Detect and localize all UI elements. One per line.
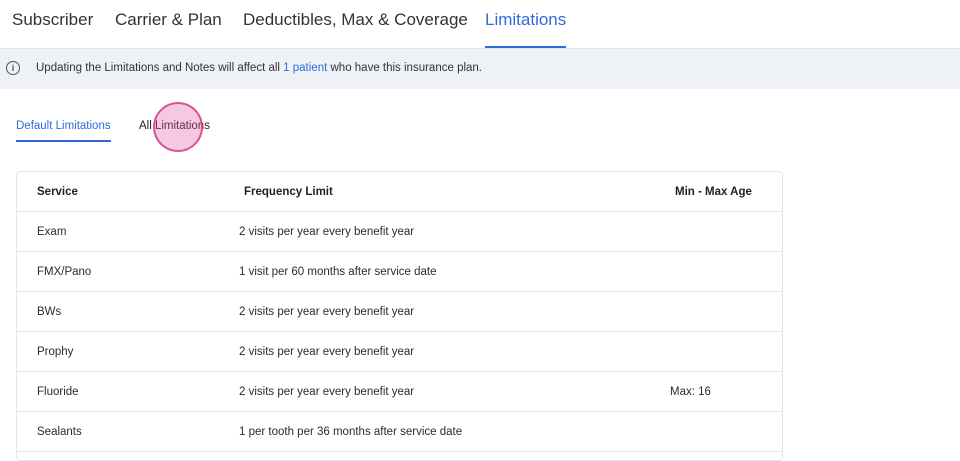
frequency-cell: 2 visits per year every benefit year (239, 386, 415, 398)
limitations-table: Service Frequency Limit Min - Max Age Ex… (16, 171, 783, 461)
tab-deductibles-max-coverage[interactable]: Deductibles, Max & Coverage (243, 0, 468, 48)
top-tab-bar: Subscriber Carrier & Plan Deductibles, M… (0, 0, 960, 49)
service-cell: Exam (37, 226, 67, 238)
table-row[interactable]: Prophy 2 visits per year every benefit y… (17, 332, 782, 372)
banner-text-after: who have this insurance plan. (327, 62, 483, 74)
frequency-cell: 2 visits per year every benefit year (239, 226, 415, 238)
service-cell: FMX/Pano (37, 266, 92, 278)
service-cell: BWs (37, 306, 62, 318)
table-row[interactable]: Fluoride 2 visits per year every benefit… (17, 372, 782, 412)
info-icon: i (6, 61, 20, 75)
banner-message: Updating the Limitations and Notes will … (36, 62, 482, 74)
service-cell: Prophy (37, 346, 74, 358)
banner-text-before: Updating the Limitations and Notes will … (36, 62, 284, 74)
table-row[interactable]: BWs 2 visits per year every benefit year (17, 292, 782, 332)
frequency-cell: 1 per tooth per 36 months after service … (239, 426, 463, 438)
header-frequency-limit: Frequency Limit (244, 186, 333, 198)
tab-limitations[interactable]: Limitations (485, 0, 567, 48)
table-row[interactable]: Exam 2 visits per year every benefit yea… (17, 212, 782, 252)
patient-count-link[interactable]: 1 patient (283, 62, 327, 74)
service-cell: Sealants (37, 426, 82, 438)
service-cell: Fluoride (37, 386, 79, 398)
header-service: Service (37, 186, 78, 198)
frequency-cell: 2 visits per year every benefit year (239, 346, 415, 358)
table-row[interactable]: Sealants 1 per tooth per 36 months after… (17, 412, 782, 452)
tab-carrier-plan[interactable]: Carrier & Plan (115, 0, 222, 48)
tab-subscriber[interactable]: Subscriber (12, 0, 93, 48)
table-header-row: Service Frequency Limit Min - Max Age (17, 172, 782, 212)
frequency-cell: 2 visits per year every benefit year (239, 306, 415, 318)
table-row[interactable]: FMX/Pano 1 visit per 60 months after ser… (17, 252, 782, 292)
age-cell: Max: 16 (670, 386, 711, 398)
info-banner: i Updating the Limitations and Notes wil… (0, 49, 960, 89)
subtab-default-limitations[interactable]: Default Limitations (16, 120, 111, 142)
subtab-all-limitations[interactable]: All Limitations (139, 120, 210, 132)
frequency-cell: 1 visit per 60 months after service date (239, 266, 437, 278)
header-min-max-age: Min - Max Age (675, 186, 752, 198)
